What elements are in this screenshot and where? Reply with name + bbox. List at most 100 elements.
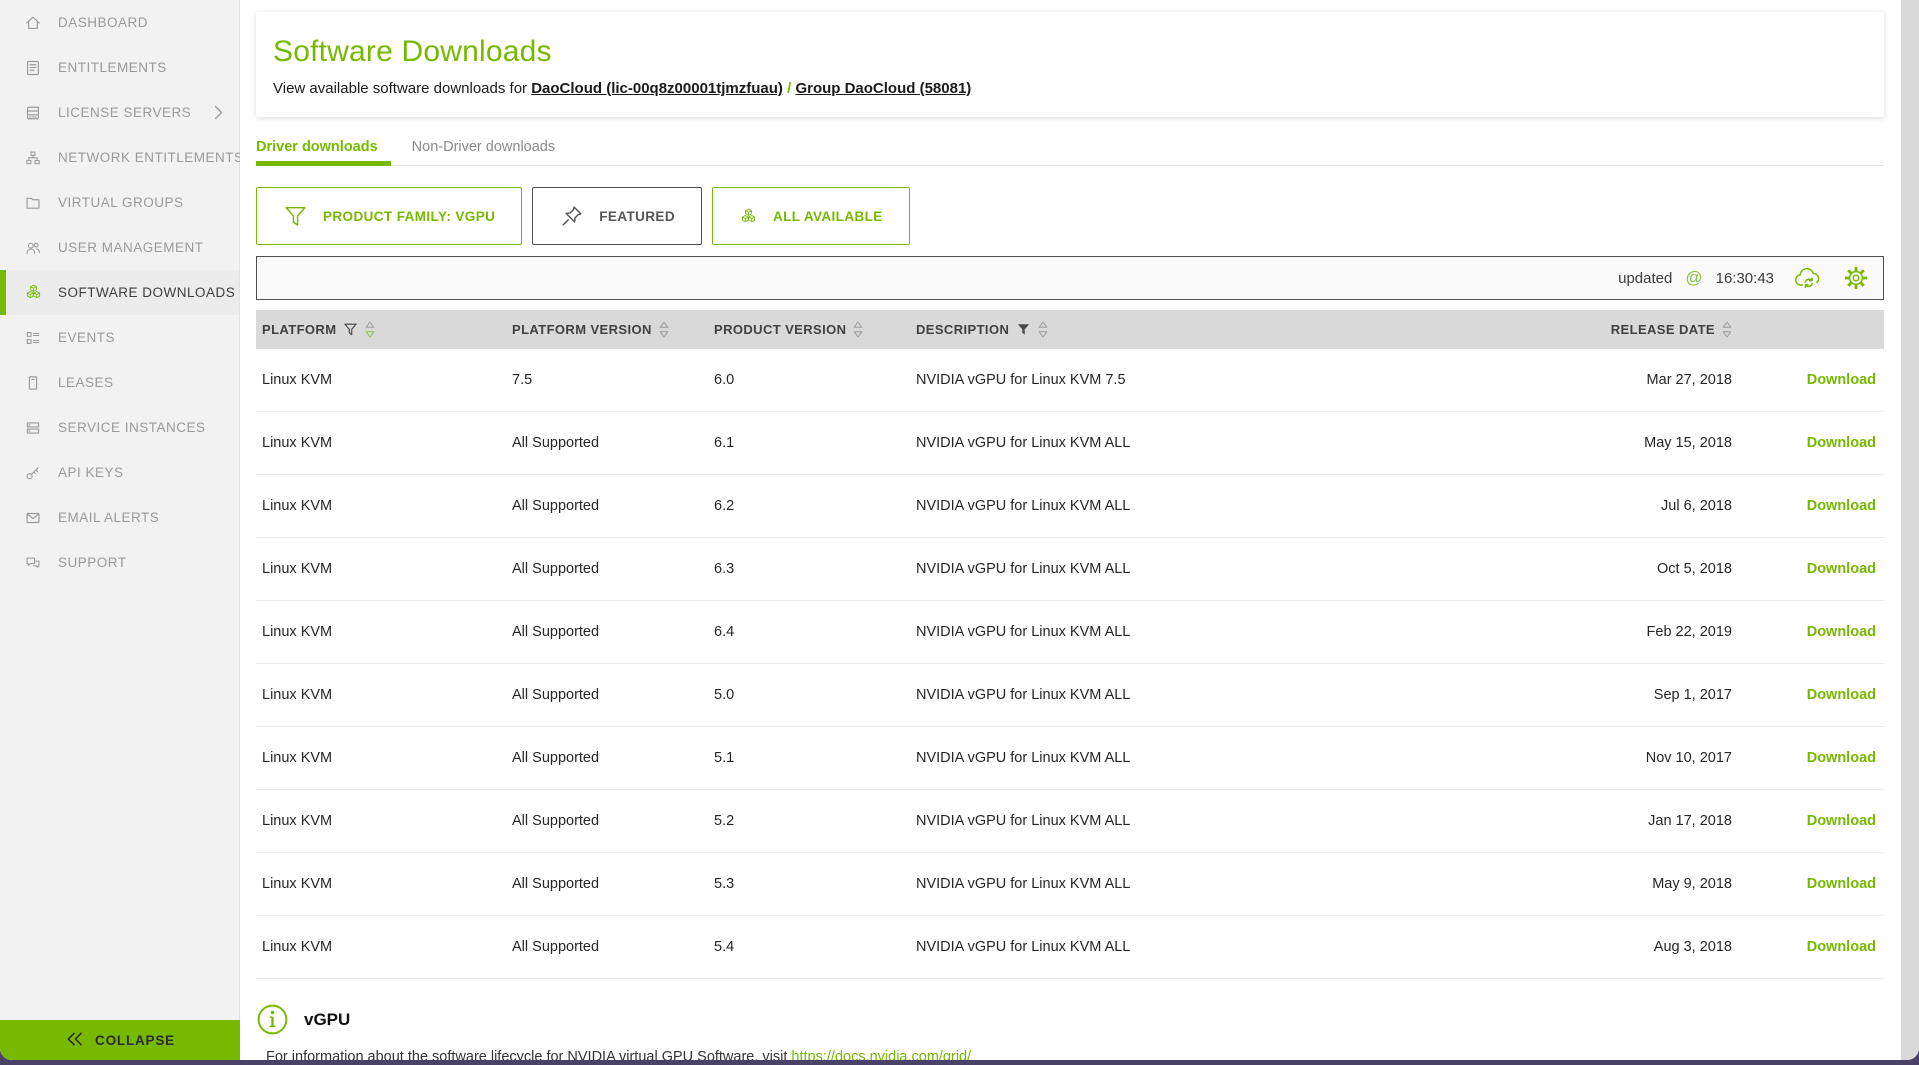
server-icon — [23, 103, 43, 123]
cell-platform: Linux KVM — [256, 498, 506, 514]
lease-icon — [23, 373, 43, 393]
window-scrollbar-track — [1901, 0, 1919, 1060]
group-link[interactable]: Group DaoCloud (58081) — [795, 80, 971, 97]
cloud-refresh-icon[interactable] — [1793, 266, 1824, 290]
info-note-text: For information about the software lifec… — [266, 1049, 791, 1060]
download-link[interactable]: Download — [1807, 876, 1876, 892]
cell-product-version: 5.0 — [708, 687, 910, 703]
sidebar-item-user-management[interactable]: USER MANAGEMENT — [0, 225, 239, 270]
sidebar-item-email-alerts[interactable]: EMAIL ALERTS — [0, 495, 239, 540]
featured-filter-button[interactable]: FEATURED — [532, 187, 702, 245]
cell-description: NVIDIA vGPU for Linux KVM ALL — [910, 498, 1564, 514]
cell-release-date: Aug 3, 2018 — [1564, 939, 1734, 955]
cell-platform-version: All Supported — [506, 561, 708, 577]
org-link[interactable]: DaoCloud (lic-00q8z00001tjmzfuau) — [531, 80, 783, 97]
cell-release-date: Sep 1, 2017 — [1564, 687, 1734, 703]
info-section: vGPU — [256, 1003, 350, 1036]
table-row: Linux KVMAll Supported6.1NVIDIA vGPU for… — [256, 412, 1884, 475]
chevron-right-icon — [214, 105, 223, 120]
table-row: Linux KVM7.56.0NVIDIA vGPU for Linux KVM… — [256, 349, 1884, 412]
info-icon — [256, 1003, 289, 1036]
sidebar-item-entitlements[interactable]: ENTITLEMENTS — [0, 45, 239, 90]
sidebar-item-label: SUPPORT — [58, 555, 127, 570]
sidebar-item-license-servers[interactable]: LICENSE SERVERS — [0, 90, 239, 135]
double-chevron-left-icon — [65, 1032, 84, 1049]
cell-action: Download — [1734, 813, 1884, 829]
table-row: Linux KVMAll Supported5.2NVIDIA vGPU for… — [256, 790, 1884, 853]
table-row: Linux KVMAll Supported5.1NVIDIA vGPU for… — [256, 727, 1884, 790]
cell-product-version: 5.3 — [708, 876, 910, 892]
sidebar-item-dashboard[interactable]: DASHBOARD — [0, 0, 239, 45]
collapse-button[interactable]: COLLAPSE — [0, 1020, 240, 1060]
product-family-filter-label: PRODUCT FAMILY: VGPU — [323, 209, 495, 224]
sidebar-item-label: EVENTS — [58, 330, 115, 345]
sidebar-item-label: EMAIL ALERTS — [58, 510, 159, 525]
cell-product-version: 5.1 — [708, 750, 910, 766]
download-link[interactable]: Download — [1807, 624, 1876, 640]
cell-description: NVIDIA vGPU for Linux KVM ALL — [910, 435, 1564, 451]
tab-non-driver-downloads[interactable]: Non-Driver downloads — [412, 139, 555, 165]
sidebar-item-network-entitlements[interactable]: NETWORK ENTITLEMENTS — [0, 135, 239, 180]
column-header-release-date[interactable]: RELEASE DATE — [1564, 321, 1734, 338]
column-header-platform[interactable]: PLATFORM — [256, 321, 506, 338]
sidebar-item-events[interactable]: EVENTS — [0, 315, 239, 360]
column-header-product-version[interactable]: PRODUCT VERSION — [708, 321, 910, 338]
cell-action: Download — [1734, 750, 1884, 766]
column-header-description[interactable]: DESCRIPTION — [910, 321, 1564, 338]
cell-platform: Linux KVM — [256, 561, 506, 577]
service-instances-icon — [23, 418, 43, 438]
download-link[interactable]: Download — [1807, 435, 1876, 451]
sidebar-item-support[interactable]: SUPPORT — [0, 540, 239, 585]
download-link[interactable]: Download — [1807, 939, 1876, 955]
cell-platform-version: All Supported — [506, 939, 708, 955]
info-note-link[interactable]: https://docs.nvidia.com/grid/ — [791, 1049, 971, 1060]
app-window: DASHBOARDENTITLEMENTSLICENSE SERVERSNETW… — [0, 0, 1919, 1060]
tab-driver-downloads[interactable]: Driver downloads — [256, 139, 378, 165]
column-header-platform-version[interactable]: PLATFORM VERSION — [506, 321, 708, 338]
all-available-filter-button[interactable]: ALL AVAILABLE — [712, 187, 910, 245]
tab-bar: Driver downloads Non-Driver downloads — [256, 139, 1884, 166]
cell-product-version: 6.3 — [708, 561, 910, 577]
product-family-filter-button[interactable]: PRODUCT FAMILY: VGPU — [256, 187, 522, 245]
sidebar-item-label: NETWORK ENTITLEMENTS — [58, 150, 244, 165]
gear-icon[interactable] — [1843, 265, 1869, 291]
download-link[interactable]: Download — [1807, 372, 1876, 388]
cell-action: Download — [1734, 624, 1884, 640]
sidebar-item-virtual-groups[interactable]: VIRTUAL GROUPS — [0, 180, 239, 225]
info-note: For information about the software lifec… — [266, 1049, 971, 1060]
download-link[interactable]: Download — [1807, 561, 1876, 577]
sidebar: DASHBOARDENTITLEMENTSLICENSE SERVERSNETW… — [0, 0, 240, 1060]
download-link[interactable]: Download — [1807, 687, 1876, 703]
sidebar-item-api-keys[interactable]: API KEYS — [0, 450, 239, 495]
breadcrumb-separator: / — [783, 80, 796, 97]
cell-platform-version: All Supported — [506, 624, 708, 640]
sort-icon — [1722, 321, 1732, 338]
cell-release-date: Mar 27, 2018 — [1564, 372, 1734, 388]
cell-platform-version: 7.5 — [506, 372, 708, 388]
sidebar-nav: DASHBOARDENTITLEMENTSLICENSE SERVERSNETW… — [0, 0, 239, 585]
sidebar-item-label: VIRTUAL GROUPS — [58, 195, 184, 210]
cell-platform-version: All Supported — [506, 435, 708, 451]
cell-platform-version: All Supported — [506, 498, 708, 514]
cell-release-date: May 15, 2018 — [1564, 435, 1734, 451]
table-body: Linux KVM 7.56.0 NVIDIA vGPU for Linux KVM… — [256, 349, 1884, 979]
cell-release-date: Oct 5, 2018 — [1564, 561, 1734, 577]
cell-product-version: 6.0 — [708, 372, 910, 388]
sidebar-item-software-downloads[interactable]: SOFTWARE DOWNLOADS — [0, 270, 239, 315]
download-link[interactable]: Download — [1807, 498, 1876, 514]
sidebar-item-leases[interactable]: LEASES — [0, 360, 239, 405]
featured-filter-label: FEATURED — [599, 209, 675, 224]
sidebar-item-service-instances[interactable]: SERVICE INSTANCES — [0, 405, 239, 450]
cell-platform: Linux KVM — [256, 624, 506, 640]
entitlements-list-icon — [23, 58, 43, 78]
funnel-outline-icon — [343, 322, 358, 337]
cell-platform: Linux KVM — [256, 876, 506, 892]
cell-product-version: 6.2 — [708, 498, 910, 514]
updated-label: updated — [1618, 270, 1672, 287]
download-link[interactable]: Download — [1807, 750, 1876, 766]
mail-icon — [23, 508, 43, 528]
download-link[interactable]: Download — [1807, 813, 1876, 829]
cell-action: Download — [1734, 687, 1884, 703]
cell-description: NVIDIA vGPU for Linux KVM ALL — [910, 876, 1564, 892]
cell-platform-version: All Supported — [506, 687, 708, 703]
